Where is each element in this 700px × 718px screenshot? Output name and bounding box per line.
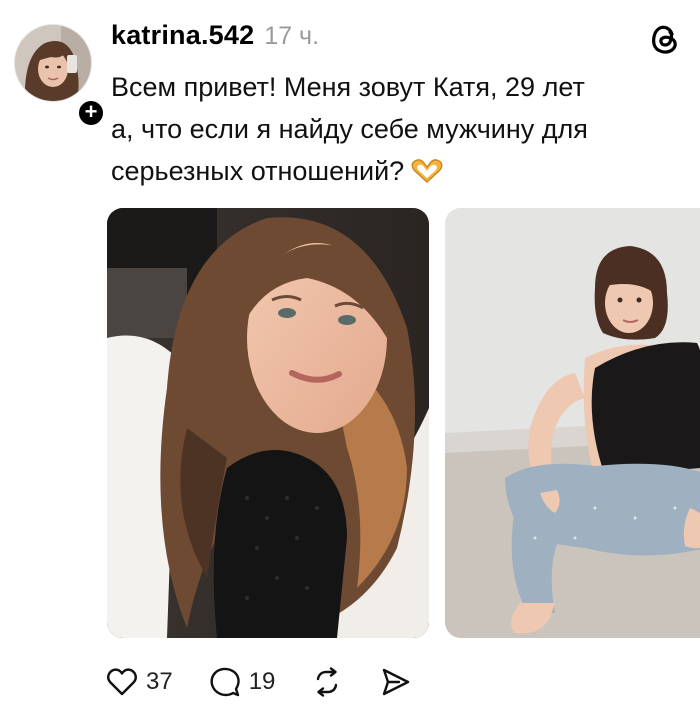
reply-count: 19	[248, 668, 276, 695]
sitting-photo[interactable]	[445, 208, 700, 638]
avatar-container[interactable]: +	[14, 24, 106, 128]
follow-plus-icon[interactable]: +	[76, 98, 106, 128]
reply-button[interactable]: 19	[209, 666, 276, 698]
image-carousel[interactable]	[107, 208, 700, 638]
username[interactable]: katrina.542	[111, 20, 254, 51]
threads-logo-icon[interactable]	[648, 22, 682, 56]
post-text-line-3-text: серьезных отношений?	[111, 156, 405, 186]
heart-hands-emoji-icon	[410, 154, 444, 196]
selfie-photo[interactable]	[107, 208, 429, 638]
share-button[interactable]	[379, 666, 411, 698]
threads-post: + katrina.542 17 ч. Всем привет! Меня зо…	[0, 0, 700, 718]
like-count: 37	[146, 668, 173, 695]
repost-button[interactable]	[311, 666, 343, 698]
heart-icon	[106, 667, 138, 697]
send-icon	[379, 666, 411, 698]
avatar[interactable]	[14, 24, 92, 102]
post-text-line-2: а, что если я найду себе мужчину для	[111, 114, 588, 144]
action-bar: 37 19	[106, 664, 447, 700]
post-header: katrina.542 17 ч.	[111, 20, 319, 56]
like-button[interactable]: 37	[106, 667, 173, 697]
comment-bubble-icon	[209, 666, 241, 698]
repost-icon	[311, 666, 343, 698]
timestamp: 17 ч.	[264, 22, 320, 50]
post-text-line-3: серьезных отношений?	[111, 150, 671, 196]
post-text-line-1: Всем привет! Меня зовут Катя, 29 лет	[111, 72, 585, 102]
post-text: Всем привет! Меня зовут Катя, 29 лет а, …	[111, 66, 671, 196]
